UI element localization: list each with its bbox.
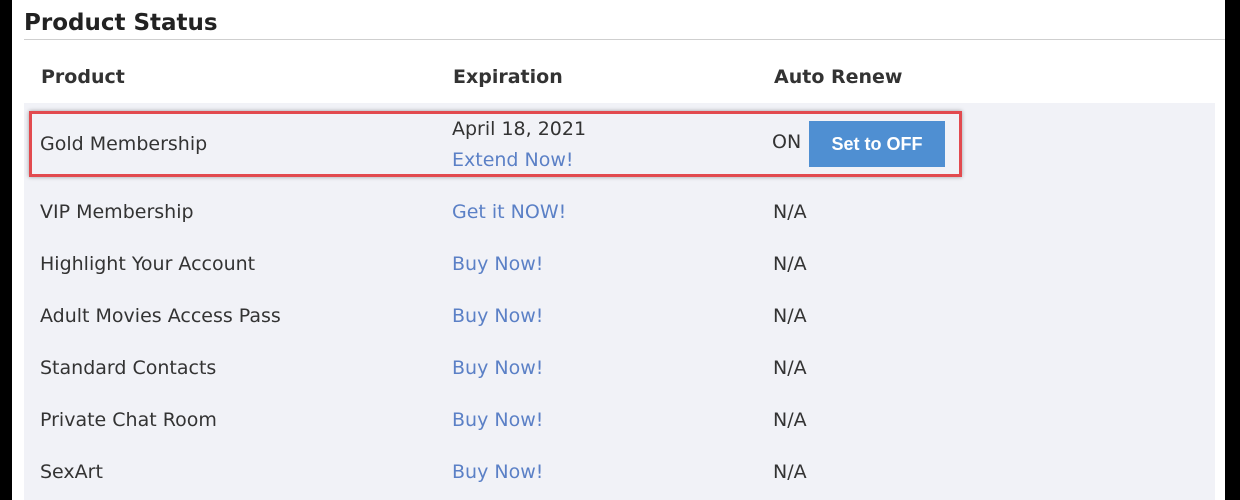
- row-movies-auto-renew-status: N/A: [773, 305, 807, 327]
- buy-now-link-contacts[interactable]: Buy Now!: [452, 357, 543, 379]
- row-movies-product: Adult Movies Access Pass: [40, 305, 281, 327]
- highlight-annotation: [29, 111, 962, 177]
- row-contacts-auto-renew-status: N/A: [773, 357, 807, 379]
- header-product: Product: [41, 66, 125, 88]
- row-highlight-auto-renew-status: N/A: [773, 253, 807, 275]
- row-chat-auto-renew-status: N/A: [773, 409, 807, 431]
- row-contacts-product: Standard Contacts: [40, 357, 217, 379]
- buy-now-link-highlight[interactable]: Buy Now!: [452, 253, 543, 275]
- row-highlight-product: Highlight Your Account: [40, 253, 256, 275]
- header-expiration: Expiration: [453, 66, 563, 88]
- row-chat-product: Private Chat Room: [40, 409, 217, 431]
- row-sexart-product: SexArt: [40, 461, 103, 483]
- title-divider: [24, 39, 1225, 40]
- buy-now-link-movies[interactable]: Buy Now!: [452, 305, 543, 327]
- table-header-row: [24, 50, 1215, 103]
- buy-now-link-sexart[interactable]: Buy Now!: [452, 461, 543, 483]
- product-status-panel: Product Status Product Expiration Auto R…: [12, 0, 1225, 500]
- row-sexart-auto-renew-status: N/A: [773, 461, 807, 483]
- row-vip-product: VIP Membership: [40, 201, 194, 223]
- section-title: Product Status: [24, 10, 218, 36]
- buy-now-link-chat[interactable]: Buy Now!: [452, 409, 543, 431]
- get-it-now-link[interactable]: Get it NOW!: [452, 201, 566, 223]
- header-auto-renew: Auto Renew: [774, 66, 903, 88]
- row-vip-auto-renew-status: N/A: [773, 201, 807, 223]
